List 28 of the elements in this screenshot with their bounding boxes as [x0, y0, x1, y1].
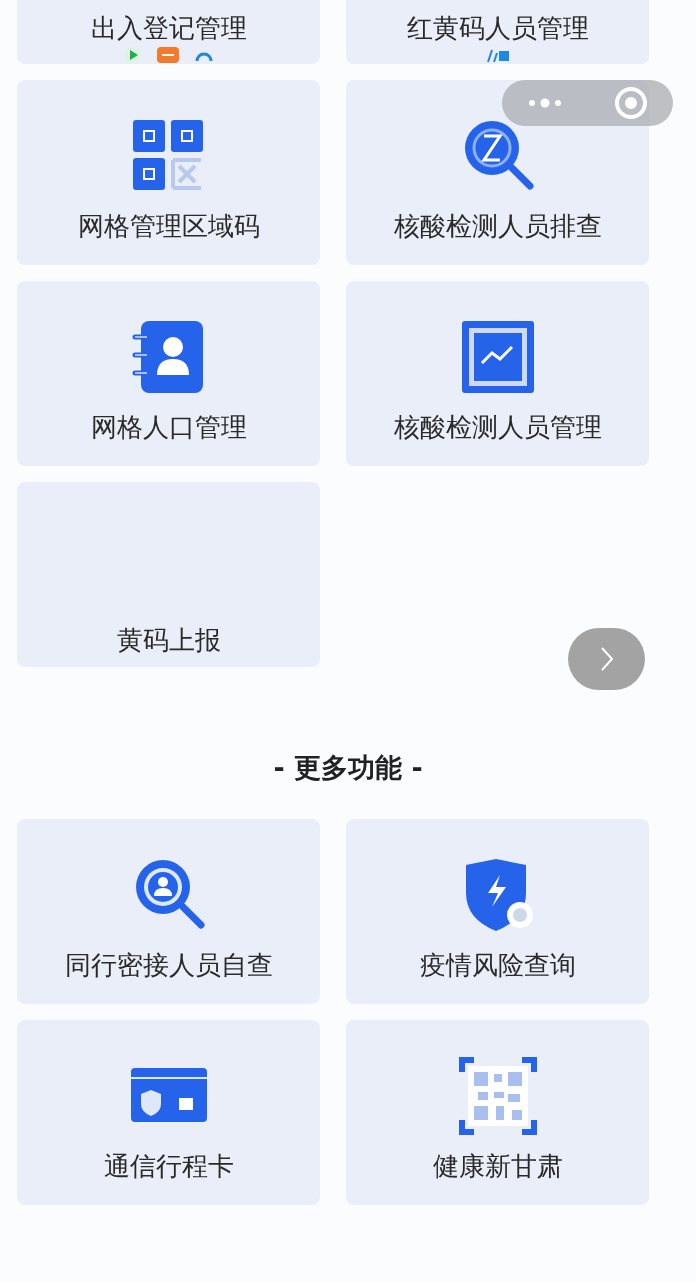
play-icon — [123, 46, 142, 64]
function-tile[interactable]: 出入登记管理 — [17, 0, 320, 64]
function-tile[interactable]: 疫情风险查询 — [346, 819, 649, 1004]
tile-label: 同行密接人员自查 — [64, 949, 273, 981]
tile-label: 疫情风险查询 — [419, 949, 576, 981]
tile-label: 网格管理区域码 — [77, 210, 260, 242]
tile-label: 通信行程卡 — [103, 1150, 234, 1182]
app-icon — [155, 46, 180, 64]
tile-label: 核酸检测人员排查 — [393, 210, 602, 242]
function-tile[interactable]: 健康新甘肃 — [346, 1020, 649, 1205]
close-icon[interactable] — [613, 86, 648, 120]
tile-label: 红黄码人员管理 — [406, 12, 589, 44]
tile-label: 出入登记管理 — [90, 12, 247, 44]
function-tile[interactable]: 黄码上报 — [17, 482, 320, 667]
more-icon[interactable] — [527, 97, 564, 109]
tile-label: 健康新甘肃 — [432, 1150, 563, 1182]
tile-label: 核酸检测人员管理 — [393, 411, 602, 443]
section-title: - 更多功能 - — [272, 751, 424, 785]
function-tile[interactable]: 网格管理区域码 — [17, 80, 320, 265]
chevron-right-icon — [599, 646, 614, 672]
tile-label: 网格人口管理 — [90, 411, 247, 443]
function-tile[interactable]: 通信行程卡 — [17, 1020, 320, 1205]
tile-label: 黄码上报 — [116, 624, 221, 656]
function-tile[interactable]: 网格人口管理 — [17, 281, 320, 466]
function-tile[interactable]: 同行密接人员自查 — [17, 819, 320, 1004]
capsule-menu[interactable] — [502, 80, 673, 126]
function-tile[interactable]: 红黄码人员管理 — [346, 0, 649, 64]
function-tile[interactable]: 核酸检测人员管理 — [346, 281, 649, 466]
